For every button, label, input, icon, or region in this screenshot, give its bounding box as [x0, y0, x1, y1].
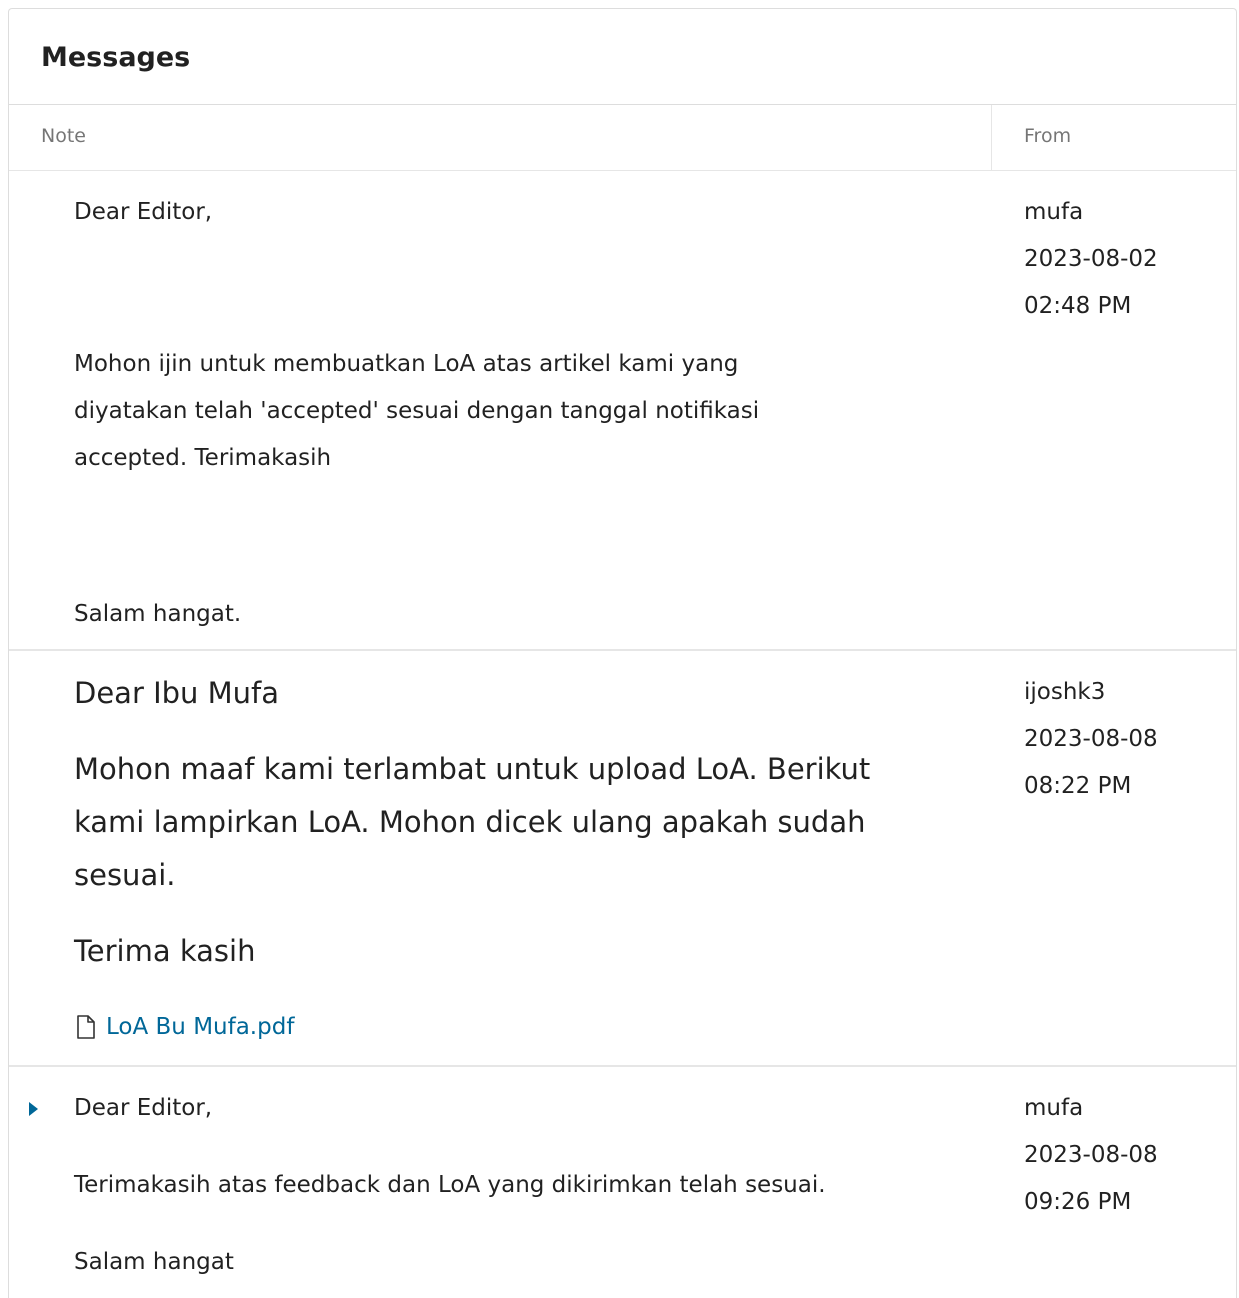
- message-paragraph: Dear Ibu Mufa: [74, 676, 280, 710]
- message-paragraph: Salam hangat: [74, 1249, 234, 1275]
- table-header: Note From: [9, 105, 1236, 171]
- message-date: 2023-08-08: [1024, 726, 1158, 752]
- message-row[interactable]: Dear Editor, Mohon ijin untuk membuatkan…: [9, 171, 1236, 651]
- message-paragraph: Terima kasih: [74, 934, 256, 968]
- message-author: mufa: [1024, 1095, 1084, 1121]
- message-paragraph: Mohon maaf kami terlambat untuk upload L…: [74, 752, 871, 786]
- panel-header: Messages: [9, 9, 1236, 105]
- message-time: 08:22 PM: [1024, 773, 1132, 799]
- column-divider: [991, 105, 992, 170]
- attachment-link[interactable]: LoA Bu Mufa.pdf: [106, 1011, 294, 1043]
- panel-title: Messages: [41, 42, 191, 73]
- message-paragraph: Dear Editor,: [74, 1095, 213, 1121]
- message-meta: ijoshk3 2023-08-08 08:22 PM: [1024, 669, 1158, 810]
- column-header-from: From: [1024, 125, 1072, 147]
- message-time: 02:48 PM: [1024, 293, 1132, 319]
- message-row[interactable]: Dear Editor, Terimakasih atas feedback d…: [9, 1067, 1236, 1297]
- message-row[interactable]: Dear Ibu Mufa Mohon maaf kami terlambat …: [9, 651, 1236, 1067]
- messages-panel: Messages Note From Dear Editor, Mohon ij…: [8, 8, 1237, 1298]
- message-paragraph: Salam hangat.: [74, 601, 242, 627]
- file-icon: [74, 1013, 98, 1041]
- message-paragraph: accepted. Terimakasih: [74, 445, 332, 471]
- message-paragraph: Mohon ijin untuk membuatkan LoA atas art…: [74, 351, 739, 377]
- message-date: 2023-08-08: [1024, 1142, 1158, 1168]
- message-meta: mufa 2023-08-02 02:48 PM: [1024, 189, 1158, 330]
- attachment: LoA Bu Mufa.pdf: [74, 1011, 294, 1043]
- message-paragraph: sesuai.: [74, 858, 176, 892]
- message-date: 2023-08-02: [1024, 246, 1158, 272]
- message-author: mufa: [1024, 199, 1084, 225]
- message-paragraph: kami lampirkan LoA. Mohon dicek ulang ap…: [74, 805, 866, 839]
- message-paragraph: diyatakan telah 'accepted' sesuai dengan…: [74, 398, 760, 424]
- message-time: 09:26 PM: [1024, 1189, 1132, 1215]
- message-paragraph: Terimakasih atas feedback dan LoA yang d…: [74, 1172, 826, 1198]
- column-header-note: Note: [41, 125, 86, 147]
- message-paragraph: Dear Editor,: [74, 199, 213, 225]
- message-meta: mufa 2023-08-08 09:26 PM: [1024, 1085, 1158, 1226]
- caret-right-icon[interactable]: [29, 1102, 38, 1116]
- message-author: ijoshk3: [1024, 679, 1106, 705]
